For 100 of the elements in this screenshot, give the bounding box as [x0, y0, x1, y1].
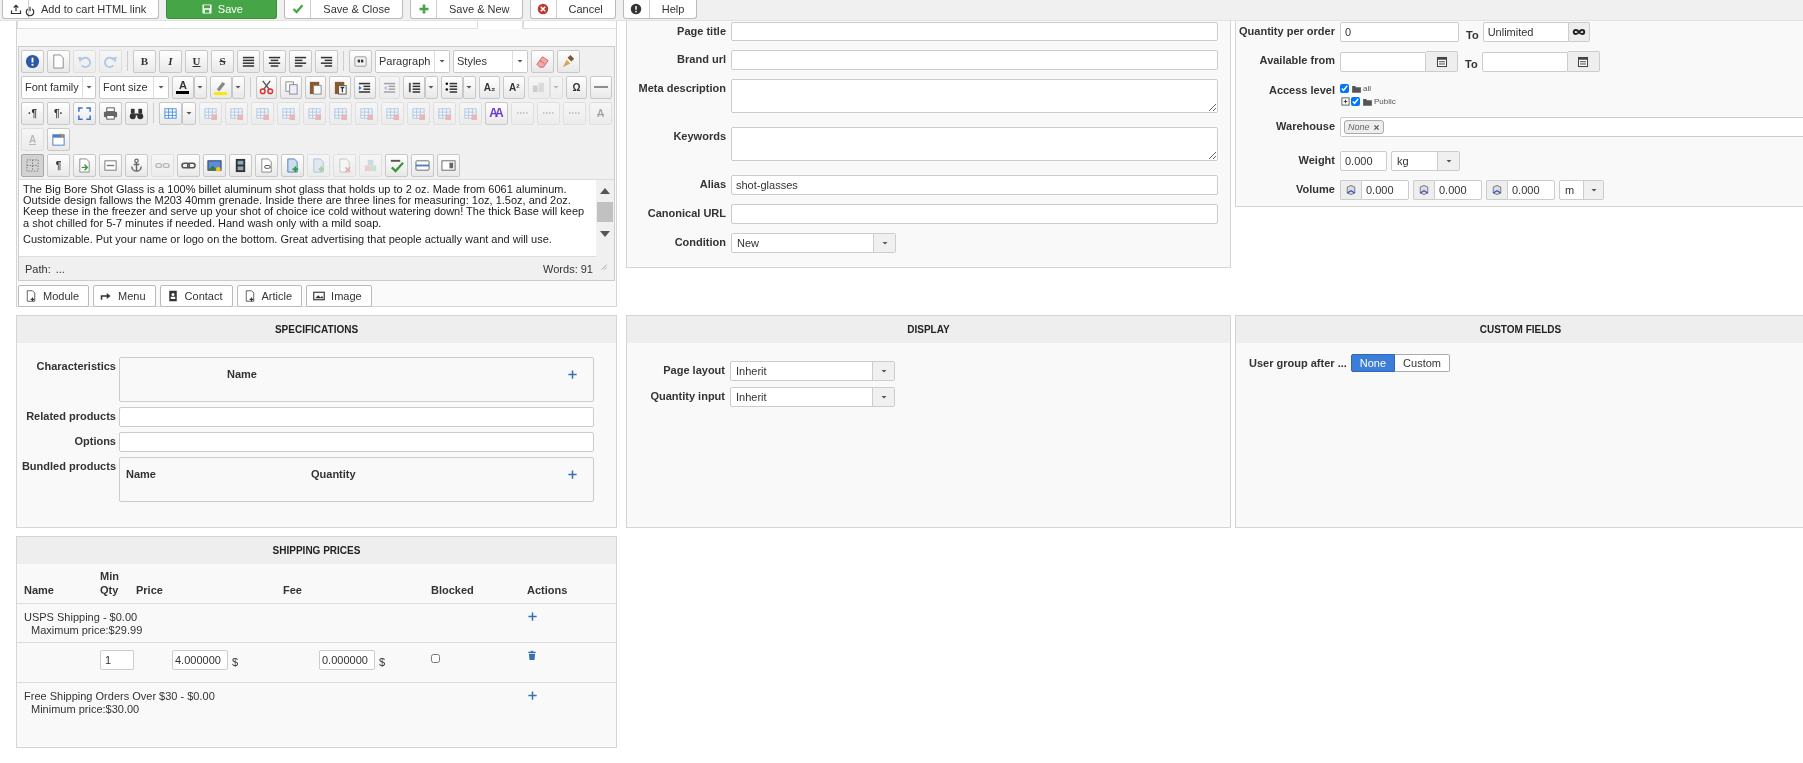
bold-button[interactable]: B: [133, 49, 156, 73]
input-field[interactable]: [119, 407, 594, 427]
plus-icon[interactable]: [527, 690, 538, 701]
dropdown-button[interactable]: [182, 101, 196, 125]
toolbar-button[interactable]: [229, 153, 252, 177]
input-field[interactable]: 0.000: [1434, 180, 1482, 200]
dropdown[interactable]: Styles: [453, 49, 528, 73]
underline-button[interactable]: U: [185, 49, 208, 73]
special-character-button[interactable]: Ω: [565, 75, 588, 99]
field-label: Available from: [1258, 53, 1335, 66]
dropdown[interactable]: Paragraph: [375, 49, 450, 73]
table-edit-icon: [333, 105, 348, 121]
cancel-button[interactable]: Cancel: [529, 0, 616, 19]
checkbox[interactable]: [1340, 84, 1349, 93]
calendar-button[interactable]: [1426, 51, 1458, 72]
input-field[interactable]: [523, 21, 616, 29]
table-edit-icon: [229, 105, 244, 121]
left-to-right-button[interactable]: ·¶: [21, 101, 44, 125]
input-field[interactable]: [17, 21, 478, 29]
plus-icon[interactable]: [567, 469, 578, 480]
calendar-button[interactable]: [1567, 51, 1600, 72]
input-field[interactable]: Unlimited: [1482, 22, 1569, 42]
input-field[interactable]: 0: [1340, 22, 1459, 42]
toolbar-button[interactable]: [441, 75, 463, 99]
checkbox[interactable]: [431, 654, 440, 663]
help-button[interactable]: Help: [622, 0, 698, 19]
dropdown[interactable]: New: [731, 233, 896, 253]
tree-label[interactable]: Public: [1374, 97, 1396, 106]
dropdown[interactable]: Font size: [99, 75, 170, 99]
italic-button[interactable]: I: [159, 49, 182, 73]
toolbar-button[interactable]: [304, 75, 327, 99]
text-color-button[interactable]: A: [172, 75, 194, 99]
toolbar-button[interactable]: [99, 101, 122, 125]
field-label: Access level: [1267, 83, 1335, 96]
text-area[interactable]: [731, 127, 1218, 161]
text-area[interactable]: [731, 79, 1218, 113]
toolbar-button[interactable]: [125, 153, 148, 177]
save-new-button[interactable]: Save & New: [410, 0, 523, 19]
plus-icon[interactable]: [527, 611, 538, 622]
toolbar-button[interactable]: [203, 153, 226, 177]
input-field[interactable]: shot-glasses: [731, 175, 1218, 195]
dropdown[interactable]: kg: [1391, 151, 1460, 171]
input-field[interactable]: [731, 50, 1218, 70]
panel-header: SPECIFICATIONS: [17, 316, 616, 343]
input-field[interactable]: 4.000000: [172, 650, 228, 670]
input-field[interactable]: 0.000: [1507, 180, 1555, 200]
toolbar-button[interactable]: [263, 49, 286, 73]
toolbar-button[interactable]: [21, 49, 44, 73]
superscript-button[interactable]: A²: [503, 75, 525, 99]
right-to-left-button[interactable]: ¶·: [47, 101, 70, 125]
contact-button[interactable]: Contact: [159, 285, 233, 307]
dropdown[interactable]: Font family: [21, 75, 96, 99]
dropdown[interactable]: m: [1559, 180, 1604, 200]
toolbar-button[interactable]: [255, 75, 278, 99]
input-field[interactable]: 1: [100, 650, 134, 670]
remove-icon[interactable]: [1372, 123, 1380, 131]
input-field[interactable]: [1340, 51, 1426, 72]
trash-icon[interactable]: [527, 650, 537, 661]
toolbar-button[interactable]: [329, 75, 352, 99]
input-field[interactable]: [731, 22, 1218, 41]
checkbox[interactable]: [1351, 97, 1360, 106]
caret-icon: [1444, 157, 1453, 165]
unlimited-button[interactable]: [1568, 22, 1590, 42]
dropdown[interactable]: Inherit: [730, 361, 895, 381]
toggle-button[interactable]: None: [1350, 354, 1396, 372]
scrollbar[interactable]: [596, 180, 614, 257]
input-field[interactable]: 0.000: [1340, 151, 1387, 171]
toolbar-button[interactable]: [125, 101, 148, 125]
input-field[interactable]: [1481, 51, 1568, 72]
toolbar-button[interactable]: [354, 75, 376, 99]
link-button[interactable]: Add to cart HTML link: [2, 0, 160, 19]
tag[interactable]: None: [1344, 120, 1384, 134]
toolbar-button[interactable]: [315, 49, 338, 73]
expand-icon[interactable]: [1341, 97, 1350, 106]
style-button[interactable]: AA: [485, 101, 508, 125]
toggle-button[interactable]: Custom: [1395, 354, 1450, 372]
module-button[interactable]: Module: [18, 285, 90, 307]
plus-icon[interactable]: [567, 369, 578, 380]
input-field[interactable]: 0.000: [1361, 180, 1409, 200]
input-field[interactable]: 0.000000: [319, 650, 375, 670]
input-field[interactable]: [119, 432, 594, 452]
toolbar-button[interactable]: [403, 75, 425, 99]
column-header: Price: [136, 583, 163, 597]
dropdown[interactable]: Inherit: [730, 387, 895, 407]
toolbar-button[interactable]: [177, 153, 200, 177]
article-button[interactable]: Article: [236, 285, 303, 307]
toolbar-button[interactable]: [289, 49, 312, 73]
tree-label[interactable]: all: [1363, 84, 1371, 93]
image-button[interactable]: Image: [306, 285, 372, 307]
subscript-button[interactable]: A₂: [478, 75, 501, 99]
tag-field[interactable]: None: [1340, 117, 1803, 137]
input-field[interactable]: [731, 204, 1218, 224]
save-close-button[interactable]: Save & Close: [284, 0, 403, 19]
nonbreaking-button[interactable]: ¶: [47, 153, 70, 177]
toolbar-button[interactable]: [437, 153, 460, 177]
menu-button[interactable]: Menu: [93, 285, 156, 307]
field-label: User group after ...: [1249, 357, 1347, 369]
toolbar-button[interactable]: [557, 49, 580, 73]
toolbar-button[interactable]: [237, 49, 260, 73]
strikethrough-button[interactable]: S: [211, 49, 234, 73]
